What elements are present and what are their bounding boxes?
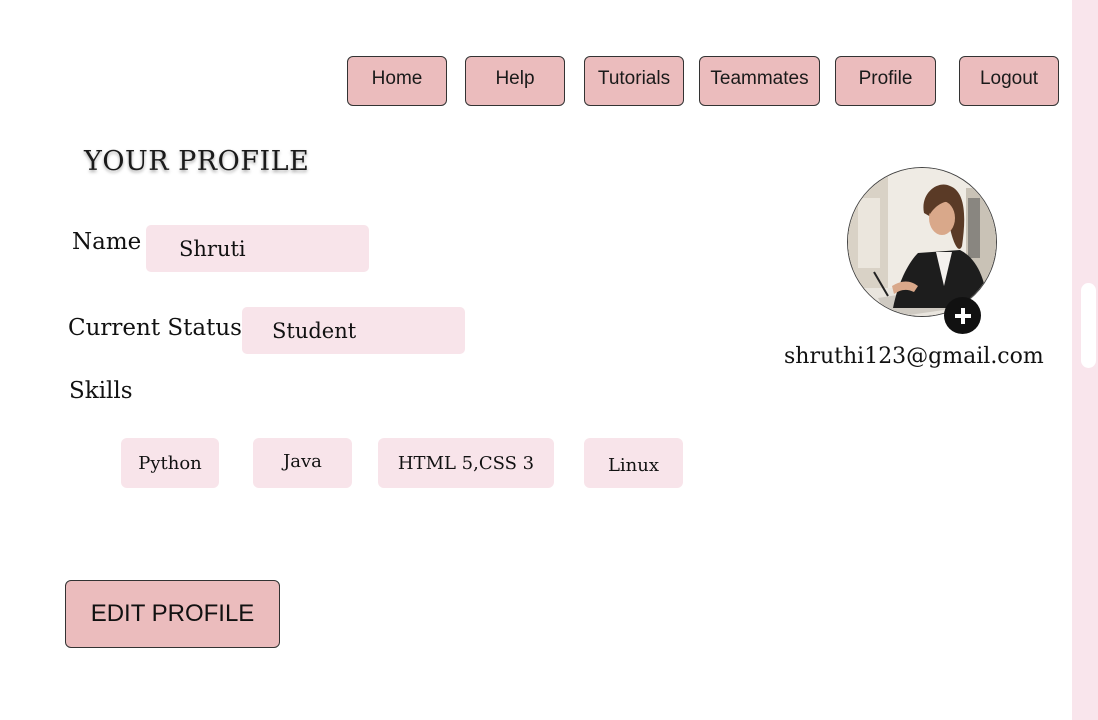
nav-teammates-button[interactable]: Teammates: [699, 56, 820, 106]
plus-icon: [954, 307, 971, 324]
status-field[interactable]: Student: [242, 307, 465, 354]
page-title: YOUR PROFILE: [84, 146, 310, 177]
nav-help-button[interactable]: Help: [465, 56, 565, 106]
status-label: Current Status: [68, 315, 242, 341]
skills-label: Skills: [69, 378, 133, 404]
nav-logout-button[interactable]: Logout: [959, 56, 1059, 106]
name-value: Shruti: [179, 236, 246, 261]
nav-home-button[interactable]: Home: [347, 56, 447, 106]
status-value: Student: [272, 318, 357, 343]
email-text: shruthi123@gmail.com: [784, 344, 1044, 369]
skill-chip-linux[interactable]: Linux: [584, 438, 683, 488]
scrollbar-thumb[interactable]: [1081, 283, 1096, 368]
edit-profile-button[interactable]: EDIT PROFILE: [65, 580, 280, 648]
name-label: Name: [72, 229, 142, 255]
skill-chip-python[interactable]: Python: [121, 438, 219, 488]
nav-tutorials-button[interactable]: Tutorials: [584, 56, 684, 106]
nav-profile-button[interactable]: Profile: [835, 56, 936, 106]
profile-photo-icon: [848, 168, 996, 316]
add-photo-button[interactable]: [944, 297, 981, 334]
skill-chip-html-css[interactable]: HTML 5,CSS 3: [378, 438, 554, 488]
avatar: [847, 167, 997, 317]
name-field[interactable]: Shruti: [146, 225, 369, 272]
skill-chip-java[interactable]: Java: [253, 438, 352, 488]
